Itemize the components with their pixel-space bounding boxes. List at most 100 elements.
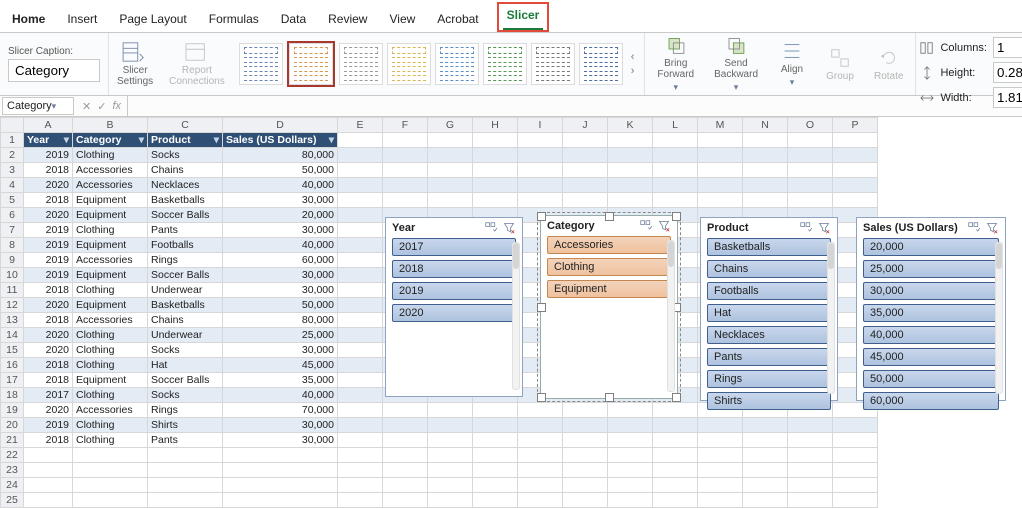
cell[interactable]: 2018: [24, 163, 73, 178]
cell[interactable]: Underwear: [148, 328, 223, 343]
cell[interactable]: 40,000: [223, 238, 338, 253]
cell[interactable]: Soccer Balls: [148, 208, 223, 223]
tab-home[interactable]: Home: [8, 8, 49, 32]
cell[interactable]: [428, 418, 473, 433]
cell[interactable]: [383, 478, 428, 493]
slicer-category[interactable]: Category AccessoriesClothingEquipment: [540, 215, 678, 399]
cell[interactable]: 30,000: [223, 343, 338, 358]
cell[interactable]: Accessories: [73, 253, 148, 268]
cell[interactable]: Chains: [148, 313, 223, 328]
cell[interactable]: Clothing: [73, 328, 148, 343]
send-backward-button[interactable]: Send Backward ▾: [706, 35, 766, 93]
bring-forward-button[interactable]: Bring Forward ▾: [649, 35, 702, 93]
row-header[interactable]: 23: [1, 463, 24, 478]
cell[interactable]: [608, 148, 653, 163]
cell[interactable]: [563, 178, 608, 193]
cell[interactable]: [428, 163, 473, 178]
cell[interactable]: [428, 493, 473, 508]
slicer-item[interactable]: Pants: [707, 348, 831, 366]
cell[interactable]: [383, 178, 428, 193]
cell[interactable]: [788, 148, 833, 163]
slicer-item[interactable]: Rings: [707, 370, 831, 388]
cell[interactable]: 30,000: [223, 418, 338, 433]
cell[interactable]: 2020: [24, 403, 73, 418]
cell[interactable]: [73, 448, 148, 463]
cell[interactable]: [73, 478, 148, 493]
cell[interactable]: 45,000: [223, 358, 338, 373]
cell[interactable]: [428, 448, 473, 463]
slicer-item[interactable]: Footballs: [707, 282, 831, 300]
cell[interactable]: [698, 193, 743, 208]
row-header[interactable]: 19: [1, 403, 24, 418]
multiselect-icon[interactable]: [799, 222, 813, 234]
cell[interactable]: [653, 478, 698, 493]
slicer-item[interactable]: 30,000: [863, 282, 999, 300]
column-header[interactable]: N: [743, 118, 788, 133]
slicer-item[interactable]: 50,000: [863, 370, 999, 388]
cell[interactable]: [383, 133, 428, 148]
cell[interactable]: [338, 493, 383, 508]
cell[interactable]: [698, 178, 743, 193]
cell[interactable]: 60,000: [223, 253, 338, 268]
cell[interactable]: [338, 178, 383, 193]
name-box[interactable]: Category ▾: [2, 97, 74, 115]
row-header[interactable]: 11: [1, 283, 24, 298]
cell[interactable]: [698, 463, 743, 478]
slicer-item[interactable]: 25,000: [863, 260, 999, 278]
cell[interactable]: [473, 463, 518, 478]
cell[interactable]: [473, 133, 518, 148]
slicer-item[interactable]: 35,000: [863, 304, 999, 322]
cell[interactable]: [428, 478, 473, 493]
cell[interactable]: [788, 178, 833, 193]
row-header[interactable]: 20: [1, 418, 24, 433]
cell[interactable]: [338, 463, 383, 478]
cell[interactable]: Equipment: [73, 208, 148, 223]
cell[interactable]: [698, 418, 743, 433]
column-header[interactable]: K: [608, 118, 653, 133]
slicer-caption-input[interactable]: [8, 59, 100, 82]
slicer-item[interactable]: Equipment: [547, 280, 671, 298]
cell[interactable]: [338, 163, 383, 178]
cell[interactable]: [428, 133, 473, 148]
cell[interactable]: [148, 493, 223, 508]
clear-filter-icon[interactable]: [817, 222, 831, 234]
cell[interactable]: [653, 448, 698, 463]
cell[interactable]: [223, 493, 338, 508]
cell[interactable]: 30,000: [223, 268, 338, 283]
cell[interactable]: [338, 358, 383, 373]
row-header[interactable]: 2: [1, 148, 24, 163]
column-header[interactable]: J: [563, 118, 608, 133]
cell[interactable]: [563, 433, 608, 448]
scrollbar[interactable]: [512, 242, 520, 390]
cell[interactable]: [608, 493, 653, 508]
cell[interactable]: [653, 433, 698, 448]
row-header[interactable]: 15: [1, 343, 24, 358]
cell[interactable]: [338, 478, 383, 493]
slicer-item[interactable]: Hat: [707, 304, 831, 322]
row-header[interactable]: 25: [1, 493, 24, 508]
cell[interactable]: [338, 268, 383, 283]
cell[interactable]: [833, 433, 878, 448]
cell[interactable]: [338, 433, 383, 448]
cell[interactable]: [338, 343, 383, 358]
cell[interactable]: 30,000: [223, 433, 338, 448]
cell[interactable]: Socks: [148, 343, 223, 358]
slicer-styles-gallery[interactable]: ‹ ›: [233, 33, 645, 95]
row-header[interactable]: 1: [1, 133, 24, 148]
cell[interactable]: [788, 133, 833, 148]
cell[interactable]: 40,000: [223, 388, 338, 403]
slicer-style-swatch[interactable]: [387, 43, 431, 85]
cell[interactable]: [743, 433, 788, 448]
cell[interactable]: Rings: [148, 403, 223, 418]
row-header[interactable]: 12: [1, 298, 24, 313]
cell[interactable]: 2017: [24, 388, 73, 403]
row-header[interactable]: 10: [1, 268, 24, 283]
cell[interactable]: [698, 133, 743, 148]
cell[interactable]: [473, 448, 518, 463]
cell[interactable]: [833, 418, 878, 433]
cell[interactable]: [653, 463, 698, 478]
row-header[interactable]: 21: [1, 433, 24, 448]
cell[interactable]: [518, 448, 563, 463]
cell[interactable]: [383, 148, 428, 163]
cell[interactable]: [518, 433, 563, 448]
